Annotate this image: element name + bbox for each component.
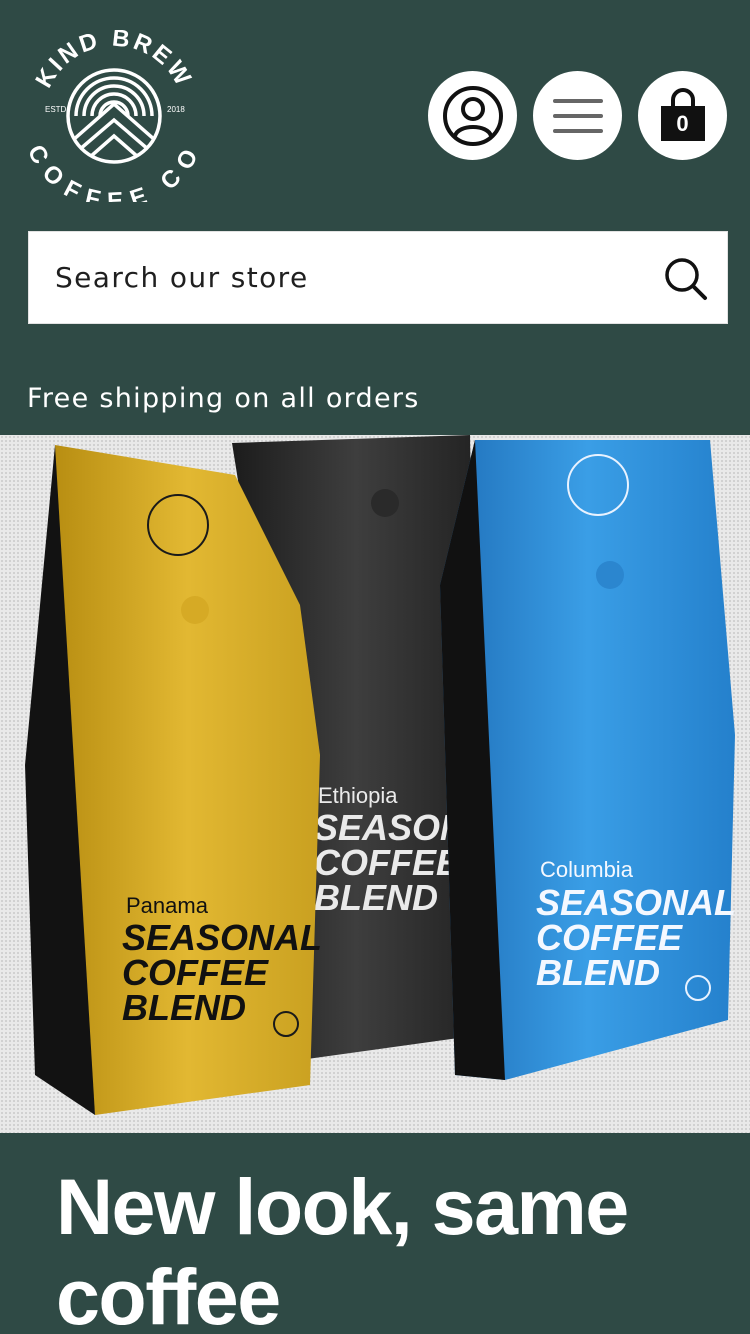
bag-origin-ethiopia: Ethiopia xyxy=(318,783,398,808)
logo-top-text: KIND BREW xyxy=(30,30,197,92)
account-button[interactable] xyxy=(428,71,517,160)
menu-icon xyxy=(552,98,603,133)
promo-banner-text: Free shipping on all orders xyxy=(27,383,420,414)
logo-year-text: 2018 xyxy=(167,105,185,114)
product-bag-columbia: Columbia SEASONAL COFFEE BLEND xyxy=(440,440,736,1080)
bag-line3-ethiopia: BLEND xyxy=(314,877,438,918)
bag-origin-panama: Panama xyxy=(126,893,209,918)
cart-button[interactable]: 0 xyxy=(638,71,727,160)
menu-button[interactable] xyxy=(533,71,622,160)
logo-estd-text: ESTD xyxy=(45,105,67,114)
hero-headline: New look, same coffee xyxy=(56,1162,629,1334)
site-header: KIND BREW COFFEE CO ESTD 2018 xyxy=(0,0,750,435)
bag-line3-panama: BLEND xyxy=(122,987,246,1028)
bag-line3-columbia: BLEND xyxy=(536,952,660,993)
cart-count-badge: 0 xyxy=(676,111,689,136)
logo-bottom-text: COFFEE CO xyxy=(26,140,202,202)
hero-image: Ethiopia SEASONAL COFFEE BLEND Columbia … xyxy=(0,435,750,1133)
search-icon[interactable] xyxy=(663,256,709,302)
search-bar xyxy=(28,231,728,324)
bag-origin-columbia: Columbia xyxy=(540,857,634,882)
search-input[interactable] xyxy=(29,232,649,323)
account-icon xyxy=(442,85,503,146)
brand-logo[interactable]: KIND BREW COFFEE CO ESTD 2018 xyxy=(26,30,202,202)
